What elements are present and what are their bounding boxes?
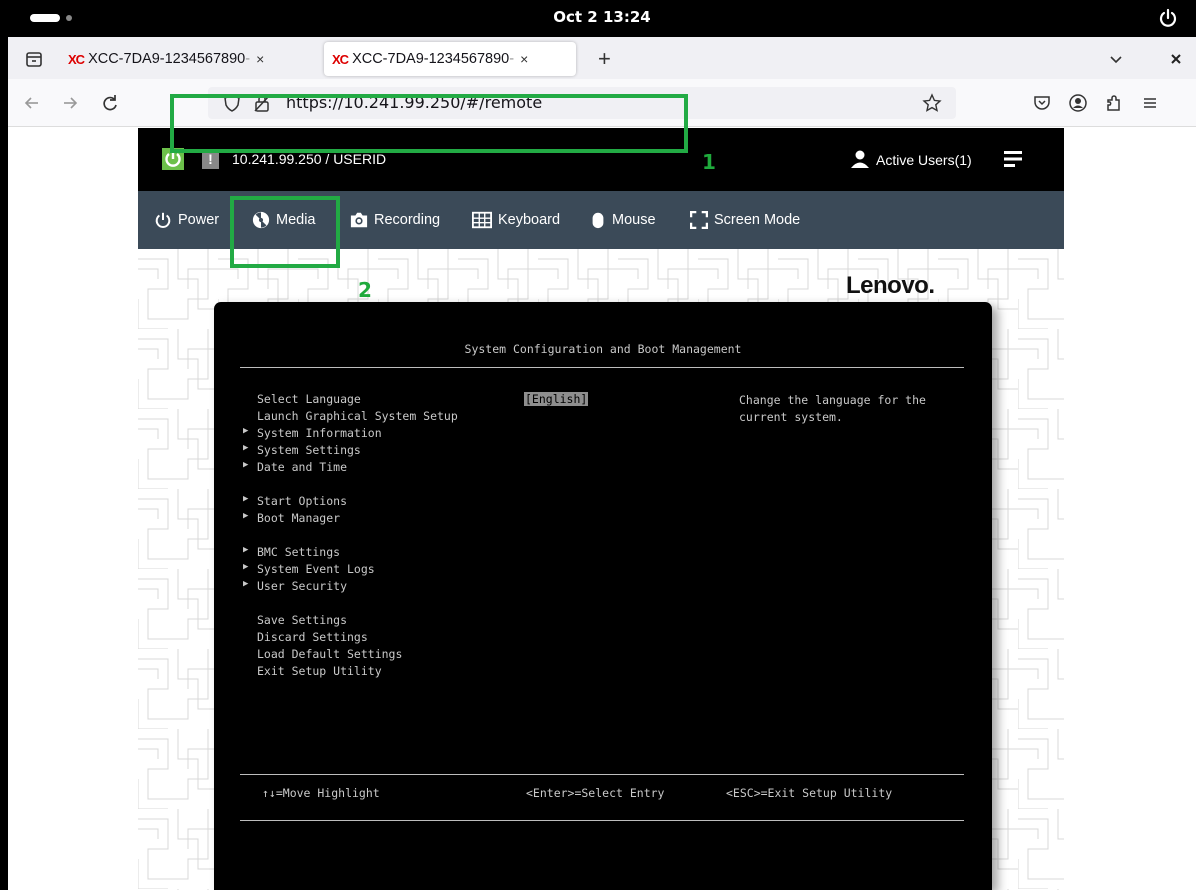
bios-item-discard-settings[interactable]: Discard Settings [257, 630, 368, 644]
submenu-arrow-icon: ▶ [243, 460, 249, 470]
bios-item-system-settings[interactable]: ▶ System Settings [243, 443, 361, 457]
keyboard-icon [472, 211, 492, 229]
bios-divider [240, 367, 964, 368]
address-and-user: 10.241.99.250 / USERID [232, 151, 387, 167]
bios-setup-screen[interactable]: System Configuration and Boot Management… [214, 302, 992, 890]
tab-bar: XC XCC-7DA9-1234567890 - × XC XCC-7DA9-1… [8, 37, 1196, 79]
bios-item-load-default-settings[interactable]: Load Default Settings [257, 647, 402, 661]
reload-icon[interactable] [100, 93, 120, 113]
footer-select-hint: <Enter>=Select Entry [526, 786, 665, 800]
screen-mode-label: Screen Mode [714, 212, 801, 228]
bios-item-label: Boot Manager [257, 511, 341, 525]
bios-item-start-options[interactable]: ▶ Start Options [243, 494, 348, 508]
footer-exit-hint: <ESC>=Exit Setup Utility [726, 786, 893, 800]
annotation-box-media [230, 196, 340, 268]
footer-move-hint: ↑↓=Move Highlight [262, 786, 380, 800]
xcc-menu-icon[interactable] [1004, 150, 1022, 168]
keyboard-menu-button[interactable]: Keyboard [472, 209, 560, 231]
recording-label: Recording [374, 212, 441, 228]
bios-item-save-settings[interactable]: Save Settings [257, 613, 347, 627]
submenu-arrow-icon: ▶ [243, 545, 249, 555]
bios-item-system-information[interactable]: ▶ System Information [243, 426, 382, 440]
bios-title: System Configuration and Boot Management [464, 342, 742, 356]
system-clock[interactable]: Oct 2 13:24 [8, 8, 1196, 26]
back-arrow-icon[interactable] [22, 93, 42, 113]
mouse-menu-button[interactable]: Mouse [590, 209, 656, 231]
hamburger-menu-icon[interactable] [1140, 93, 1160, 113]
xcc-favicon-icon: XC [332, 51, 349, 67]
recording-menu-button[interactable]: Recording [350, 209, 440, 231]
user-icon [851, 150, 869, 168]
forward-arrow-icon[interactable] [60, 93, 80, 113]
bios-help-text: Change the language for the current syst… [739, 393, 926, 424]
tab-close-icon[interactable]: × [256, 51, 264, 67]
bios-item-label: System Event Logs [257, 562, 375, 576]
fullscreen-icon [690, 211, 708, 229]
language-value-selected[interactable]: [English] [524, 392, 589, 406]
submenu-arrow-icon: ▶ [243, 426, 249, 436]
bios-item-bmc-settings[interactable]: ▶ BMC Settings [243, 545, 341, 559]
power-icon [155, 212, 171, 228]
screen-mode-menu-button[interactable]: Screen Mode [690, 209, 800, 231]
bios-item-launch-graphical-setup[interactable]: Launch Graphical System Setup [257, 409, 458, 423]
annotation-box-url [170, 94, 688, 153]
new-tab-button[interactable]: + [598, 42, 611, 76]
tab-xcc-1[interactable]: XC XCC-7DA9-1234567890 - × [68, 42, 264, 76]
tab-close-icon[interactable]: × [520, 51, 528, 67]
xcc-favicon-icon: XC [68, 51, 85, 67]
bios-divider [240, 774, 964, 775]
annotation-number-2: 2 [358, 278, 372, 302]
bios-item-label: Discard Settings [257, 630, 368, 644]
bios-item-label: Start Options [257, 494, 348, 508]
tab-title: XCC-7DA9-1234567890 [352, 51, 510, 67]
bios-item-system-event-logs[interactable]: ▶ System Event Logs [243, 562, 375, 576]
submenu-arrow-icon: ▶ [243, 443, 249, 453]
browser-window: XC XCC-7DA9-1234567890 - × XC XCC-7DA9-1… [8, 37, 1196, 890]
bios-item-exit-setup-utility[interactable]: Exit Setup Utility [257, 664, 382, 678]
active-users-link[interactable]: Active Users(1) [876, 152, 972, 168]
submenu-arrow-icon: ▶ [243, 562, 249, 572]
bios-item-select-language[interactable]: Select Language [257, 392, 361, 406]
bios-item-label: Select Language [257, 392, 361, 406]
system-top-bar: Oct 2 13:24 [8, 0, 1196, 37]
submenu-arrow-icon: ▶ [243, 494, 249, 504]
account-icon[interactable] [1068, 93, 1088, 113]
bios-item-label: Exit Setup Utility [257, 664, 382, 678]
bios-item-label: System Information [257, 426, 382, 440]
bios-item-date-and-time[interactable]: ▶ Date and Time [243, 460, 348, 474]
lenovo-logo: Lenovo. [846, 272, 935, 299]
keyboard-label: Keyboard [498, 212, 561, 228]
bios-item-label: Save Settings [257, 613, 348, 627]
tab-title-fade: - [509, 51, 515, 67]
bios-item-label: System Settings [257, 443, 361, 457]
submenu-arrow-icon: ▶ [243, 511, 249, 521]
mouse-icon [592, 212, 604, 229]
power-menu-button[interactable]: Power [154, 209, 219, 231]
mouse-label: Mouse [612, 212, 656, 228]
tab-list-icon[interactable] [24, 49, 44, 69]
bios-item-boot-manager[interactable]: ▶ Boot Manager [243, 511, 341, 525]
bios-item-label: Launch Graphical System Setup [257, 409, 458, 423]
extensions-icon[interactable] [1104, 93, 1124, 113]
tab-title: XCC-7DA9-1234567890 [88, 51, 246, 67]
bios-item-user-security[interactable]: ▶ User Security [243, 579, 348, 593]
bios-item-label: User Security [257, 579, 348, 593]
annotation-number-1: 1 [702, 150, 716, 174]
system-power-icon[interactable] [1158, 8, 1178, 28]
screen: Oct 2 13:24 XC XCC-7DA9-1234567890 - × X… [0, 0, 1196, 890]
tab-title-fade: - [245, 51, 251, 67]
list-all-tabs-chevron-down-icon[interactable] [1106, 49, 1126, 69]
power-label: Power [178, 212, 220, 228]
camera-icon [350, 212, 368, 228]
bios-item-label: Load Default Settings [257, 647, 403, 661]
close-window-icon[interactable] [1166, 49, 1186, 69]
pocket-icon[interactable] [1032, 93, 1052, 113]
bookmark-star-icon[interactable] [922, 93, 942, 113]
page-viewport: ! 10.241.99.250 / USERID Active Users(1) [8, 128, 1196, 890]
submenu-arrow-icon: ▶ [243, 579, 249, 589]
bios-divider [240, 820, 964, 821]
tab-xcc-2-active[interactable]: XC XCC-7DA9-1234567890 - × [324, 42, 576, 76]
bios-item-label: Date and Time [257, 460, 348, 474]
bios-item-label: BMC Settings [257, 545, 341, 559]
